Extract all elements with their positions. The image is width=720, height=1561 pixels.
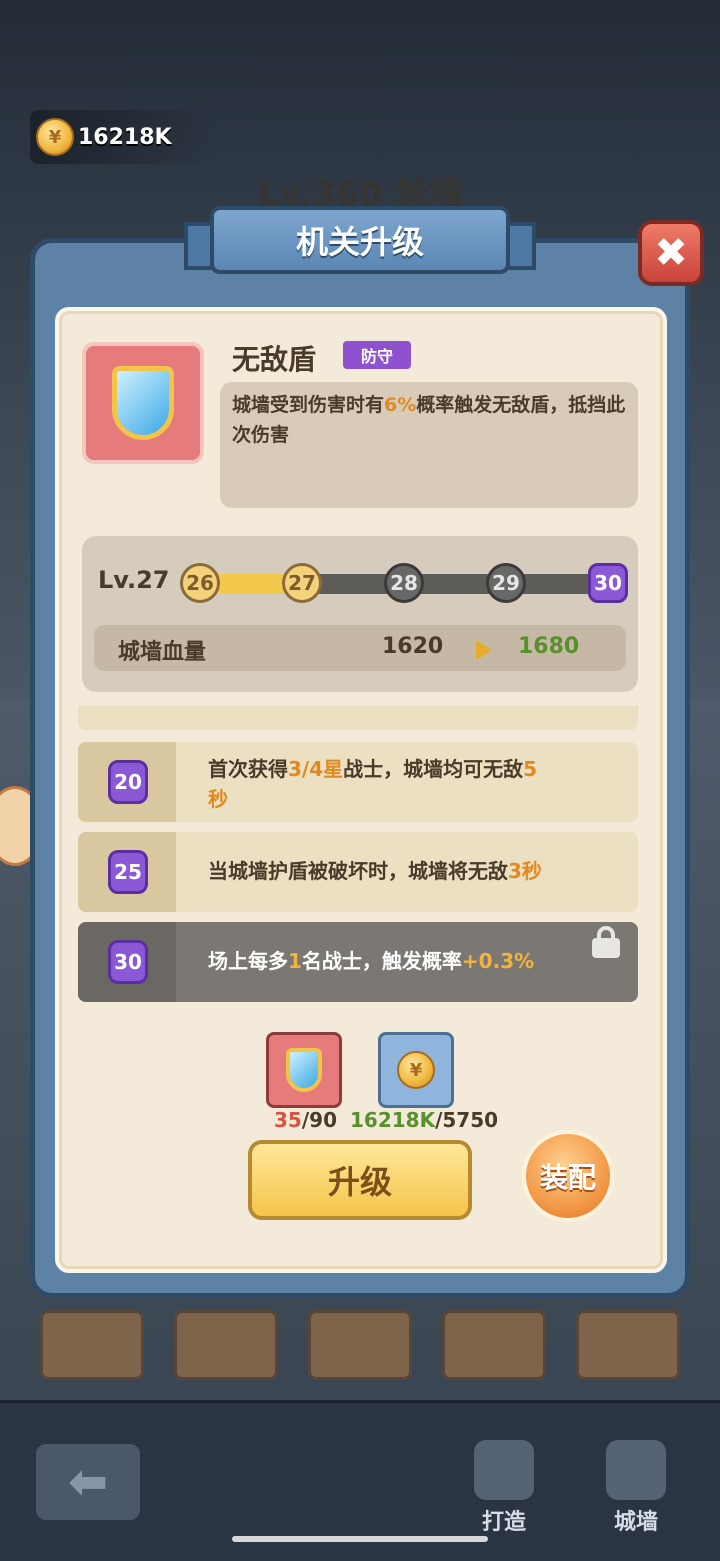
bonus-level-badge: 20	[108, 760, 148, 804]
material-count: 35/90	[274, 1108, 337, 1132]
list-item-partial	[78, 706, 638, 730]
level-node: 28	[384, 563, 424, 603]
coin-cost-item[interactable]: ¥	[378, 1032, 454, 1108]
coin-amount: 16218K	[78, 124, 172, 150]
skill-icon	[82, 342, 204, 464]
panel-title: 机关升级	[210, 206, 510, 274]
nav-forge[interactable]: 打造	[454, 1440, 554, 1536]
skill-name: 无敌盾	[232, 343, 317, 376]
coin-balance: ¥ 16218K	[30, 110, 216, 164]
back-button[interactable]: ⬅	[36, 1444, 140, 1520]
coin-count: 16218K/5750	[350, 1108, 499, 1132]
bottom-tile[interactable]	[576, 1310, 680, 1380]
bonus-row: 20 首次获得3/4星战士，城墙均可无敌5 秒	[78, 742, 638, 822]
material-item[interactable]	[266, 1032, 342, 1108]
level-node-max: 30	[588, 563, 628, 603]
bonus-level-badge: 25	[108, 850, 148, 894]
bottom-tiles	[40, 1310, 690, 1380]
stat-new-value: 1680	[518, 634, 580, 659]
lock-icon	[592, 926, 620, 958]
bonus-level-badge: 30	[108, 940, 148, 984]
equip-button[interactable]: 装配	[522, 1130, 614, 1222]
bonus-text: 场上每多1名战士，触发概率+0.3%	[208, 949, 535, 973]
upgrade-button[interactable]: 升级	[248, 1140, 472, 1220]
level-node: 29	[486, 563, 526, 603]
nav-wall[interactable]: 城墙	[586, 1440, 686, 1536]
bottom-tile[interactable]	[40, 1310, 144, 1380]
current-level: Lv.27	[98, 566, 170, 594]
shield-icon	[112, 366, 174, 440]
bonus-row: 25 当城墙护盾被破坏时，城墙将无敌3秒	[78, 832, 638, 912]
stat-arrow-icon	[476, 640, 492, 660]
level-node: 26	[180, 563, 220, 603]
panel-title-text: 机关升级	[295, 223, 424, 261]
skill-description: 城墙受到伤害时有6%概率触发无敌盾，抵挡此次伤害	[220, 382, 638, 508]
castle-icon	[606, 1440, 666, 1500]
close-button[interactable]: ✖	[638, 220, 704, 286]
gear-icon	[474, 1440, 534, 1500]
bottom-tile[interactable]	[308, 1310, 412, 1380]
coin-icon: ¥	[36, 118, 74, 156]
skill-tag: 防守	[343, 341, 411, 369]
level-node: 27	[282, 563, 322, 603]
stat-name: 城墙血量	[118, 640, 207, 665]
shield-fragment-icon	[286, 1048, 322, 1092]
bonus-row-locked: 30 场上每多1名战士，触发概率+0.3%	[78, 922, 638, 1002]
home-indicator	[232, 1536, 488, 1542]
bonus-text: 当城墙护盾被破坏时，城墙将无敌3秒	[208, 859, 542, 883]
bottom-tile[interactable]	[442, 1310, 546, 1380]
coin-icon: ¥	[397, 1051, 435, 1089]
bonus-text: 首次获得3/4星战士，城墙均可无敌5 秒	[208, 757, 538, 811]
bottom-tile[interactable]	[174, 1310, 278, 1380]
stat-old-value: 1620	[382, 634, 444, 659]
